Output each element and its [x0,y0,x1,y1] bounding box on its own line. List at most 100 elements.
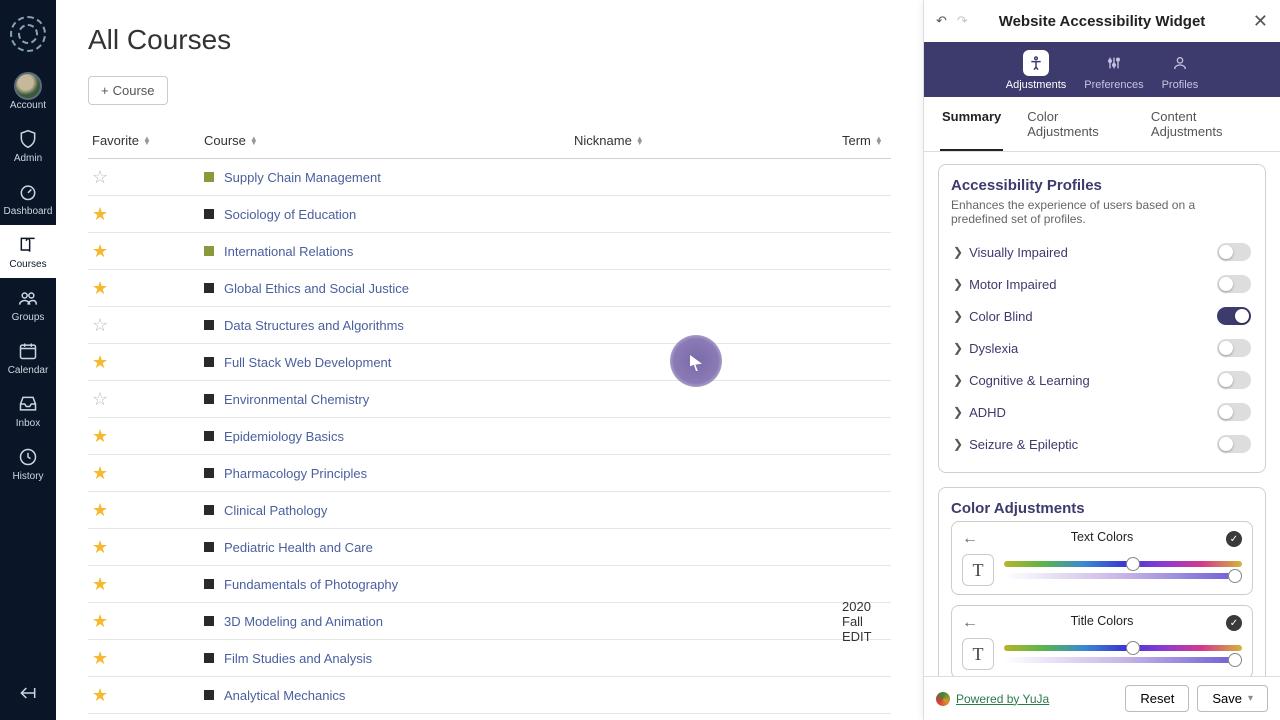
hue-slider[interactable] [1004,561,1242,567]
reset-button[interactable]: Reset [1125,685,1189,712]
chevron-right-icon[interactable]: ❯ [953,277,963,291]
th-course[interactable]: Course▲▼ [204,133,574,148]
slider-handle[interactable] [1126,641,1140,655]
course-link[interactable]: International Relations [224,244,353,259]
profile-name[interactable]: Motor Impaired [969,277,1217,292]
profile-name[interactable]: Seizure & Epileptic [969,437,1217,452]
slider-handle[interactable] [1228,569,1242,583]
nav-courses[interactable]: Courses [0,225,56,278]
tab-profiles[interactable]: Profiles [1162,50,1199,91]
nav-calendar[interactable]: Calendar [0,331,56,384]
course-link[interactable]: 3D Modeling and Animation [224,614,383,629]
nav-collapse[interactable] [18,683,38,708]
course-link[interactable]: Pharmacology Principles [224,466,367,481]
course-link[interactable]: Epidemiology Basics [224,429,344,444]
add-course-button[interactable]: + Course [88,76,168,105]
course-link[interactable]: Data Structures and Algorithms [224,318,404,333]
tab-adjustments[interactable]: Adjustments [1006,50,1067,91]
chevron-right-icon[interactable]: ❯ [953,405,963,419]
tab-color-adjustments[interactable]: Color Adjustments [1025,97,1127,151]
profile-toggle[interactable] [1217,403,1251,421]
color-card: Color Adjustments ← Text Colors ✓ T [938,487,1266,676]
check-icon[interactable]: ✓ [1226,615,1242,631]
course-link[interactable]: Full Stack Web Development [224,355,391,370]
favorite-star[interactable]: ★ [92,574,108,594]
slider-handle[interactable] [1126,557,1140,571]
favorite-star[interactable]: ★ [92,426,108,446]
course-link[interactable]: Environmental Chemistry [224,392,369,407]
color-square-icon [204,357,214,367]
favorite-star[interactable]: ★ [92,352,108,372]
main-content: All Courses + Course Favorite▲▼ Course▲▼… [56,0,923,720]
nav-admin[interactable]: Admin [0,119,56,172]
profile-toggle[interactable] [1217,307,1251,325]
profile-name[interactable]: Dyslexia [969,341,1217,356]
undo-icon[interactable]: ↶ [936,13,947,29]
redo-icon[interactable]: ↷ [957,13,968,29]
favorite-star[interactable]: ★ [92,685,108,705]
nav-groups[interactable]: Groups [0,278,56,331]
powered-by-link[interactable]: Powered by YuJa [936,692,1049,706]
hue-slider[interactable] [1004,645,1242,651]
favorite-star[interactable]: ★ [92,500,108,520]
save-button[interactable]: Save ▾ [1197,685,1268,712]
chevron-right-icon[interactable]: ❯ [953,245,963,259]
profile-toggle[interactable] [1217,275,1251,293]
tab-content-adjustments[interactable]: Content Adjustments [1149,97,1264,151]
lightness-slider[interactable] [1004,657,1242,663]
course-link[interactable]: Supply Chain Management [224,170,381,185]
app-logo[interactable] [10,16,46,52]
color-title: Color Adjustments [951,500,1253,517]
text-icon: T [962,554,994,586]
slider-handle[interactable] [1228,653,1242,667]
course-link[interactable]: Fundamentals of Photography [224,577,398,592]
course-link[interactable]: Sociology of Education [224,207,356,222]
nav-inbox[interactable]: Inbox [0,384,56,437]
favorite-star[interactable]: ★ [92,204,108,224]
course-link[interactable]: Clinical Pathology [224,503,327,518]
tab-summary[interactable]: Summary [940,97,1003,151]
course-link[interactable]: Film Studies and Analysis [224,651,372,666]
course-link[interactable]: Pediatric Health and Care [224,540,373,555]
profile-name[interactable]: Color Blind [969,309,1217,324]
chevron-right-icon[interactable]: ❯ [953,341,963,355]
nav-dashboard[interactable]: Dashboard [0,172,56,225]
chevron-right-icon[interactable]: ❯ [953,373,963,387]
profile-toggle[interactable] [1217,243,1251,261]
check-icon[interactable]: ✓ [1226,531,1242,547]
course-link[interactable]: Global Ethics and Social Justice [224,281,409,296]
profile-toggle[interactable] [1217,371,1251,389]
nav-label: Groups [12,312,45,323]
favorite-star[interactable]: ★ [92,537,108,557]
favorite-star[interactable]: ★ [92,241,108,261]
favorite-star[interactable]: ★ [92,278,108,298]
tab-preferences[interactable]: Preferences [1084,50,1143,91]
chevron-right-icon[interactable]: ❯ [953,437,963,451]
chevron-right-icon[interactable]: ❯ [953,309,963,323]
back-icon[interactable]: ← [962,530,978,548]
th-term[interactable]: Term▲▼ [842,133,887,148]
profile-toggle[interactable] [1217,435,1251,453]
nav-account[interactable]: Account [0,64,56,119]
profile-name[interactable]: Cognitive & Learning [969,373,1217,388]
back-icon[interactable]: ← [962,614,978,632]
lightness-slider[interactable] [1004,573,1242,579]
nav-history[interactable]: History [0,437,56,490]
widget-body[interactable]: Accessibility Profiles Enhances the expe… [924,152,1280,676]
favorite-star[interactable]: ☆ [92,315,108,335]
profile-name[interactable]: ADHD [969,405,1217,420]
favorite-star[interactable]: ★ [92,648,108,668]
favorite-star[interactable]: ★ [92,611,108,631]
profile-toggle[interactable] [1217,339,1251,357]
th-favorite[interactable]: Favorite▲▼ [92,133,204,148]
favorite-star[interactable]: ☆ [92,167,108,187]
color-square-icon [204,690,214,700]
favorite-star[interactable]: ☆ [92,389,108,409]
course-link[interactable]: Analytical Mechanics [224,688,345,703]
book-icon [16,233,40,257]
th-nickname[interactable]: Nickname▲▼ [574,133,842,148]
close-icon[interactable]: ✕ [1253,11,1268,32]
favorite-star[interactable]: ★ [92,463,108,483]
profile-name[interactable]: Visually Impaired [969,245,1217,260]
color-square-icon [204,320,214,330]
